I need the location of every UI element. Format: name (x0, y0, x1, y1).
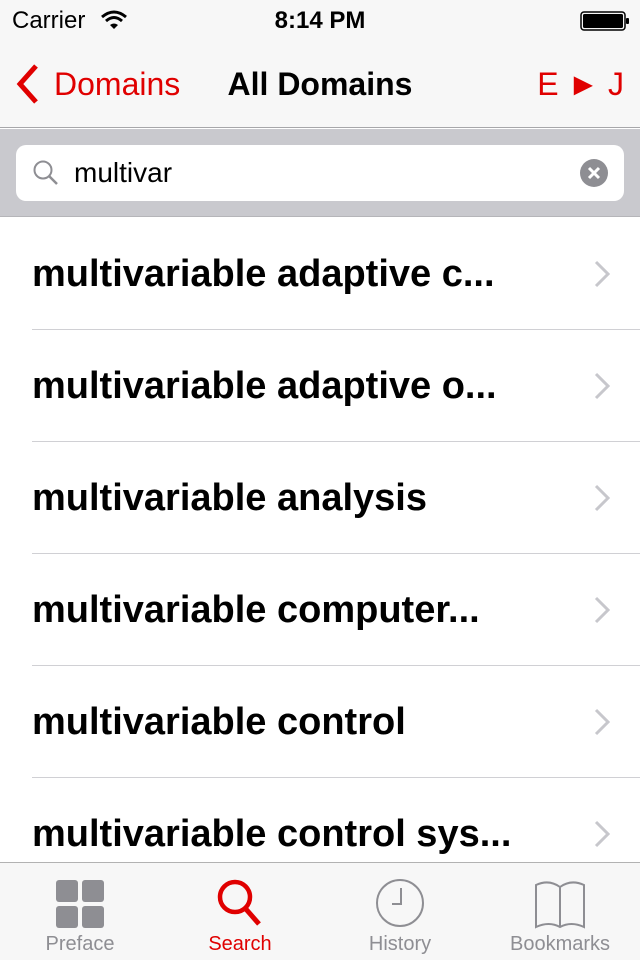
chevron-right-icon (594, 708, 610, 736)
grid-icon (56, 880, 104, 928)
battery-icon (580, 11, 629, 31)
list-item[interactable]: multivariable adaptive c... (0, 218, 640, 330)
back-label: Domains (54, 65, 181, 102)
list-item[interactable]: multivariable computer... (0, 554, 640, 666)
list-item-label: multivariable computer... (32, 588, 480, 631)
tab-history[interactable]: History (320, 863, 480, 960)
clear-search-button[interactable] (580, 159, 608, 187)
list-item-label: multivariable adaptive o... (32, 364, 497, 407)
book-icon (535, 881, 585, 929)
tab-search[interactable]: Search (160, 863, 320, 960)
tab-bar: Preface Search History Bookmarks (0, 862, 640, 960)
clock-icon (376, 879, 424, 927)
list-item[interactable]: multivariable adaptive o... (0, 330, 640, 442)
list-item-label: multivariable control (32, 700, 406, 743)
search-bar (0, 129, 640, 217)
list-item[interactable]: multivariable analysis (0, 442, 640, 554)
results-list: multivariable adaptive c... multivariabl… (0, 218, 640, 860)
language-direction-button[interactable]: E ► J (537, 66, 624, 103)
status-time: 8:14 PM (274, 7, 366, 34)
chevron-right-icon (594, 596, 610, 624)
search-input[interactable] (74, 145, 554, 201)
tab-preface[interactable]: Preface (0, 863, 160, 960)
list-item[interactable]: multivariable control sys... (0, 778, 640, 860)
tab-bookmarks[interactable]: Bookmarks (480, 863, 640, 960)
status-bar: Carrier 8:14 PM (0, 0, 640, 40)
search-icon (217, 879, 261, 926)
chevron-left-icon (16, 64, 38, 104)
chevron-right-icon (594, 820, 610, 848)
tab-label: Bookmarks (509, 933, 611, 955)
close-icon (587, 166, 601, 180)
search-icon (33, 160, 58, 185)
navigation-bar: Domains All Domains E ► J (0, 40, 640, 128)
back-button[interactable]: Domains (14, 62, 180, 106)
list-item-label: multivariable control sys... (32, 812, 512, 855)
list-item[interactable]: multivariable control (0, 666, 640, 778)
tab-label: Preface (45, 933, 115, 955)
search-field[interactable] (16, 145, 624, 201)
list-item-label: multivariable adaptive c... (32, 252, 495, 295)
chevron-right-icon (594, 260, 610, 288)
tab-label: History (368, 933, 432, 955)
list-item-label: multivariable analysis (32, 476, 427, 519)
chevron-right-icon (594, 372, 610, 400)
chevron-right-icon (594, 484, 610, 512)
tab-label: Search (208, 933, 272, 955)
